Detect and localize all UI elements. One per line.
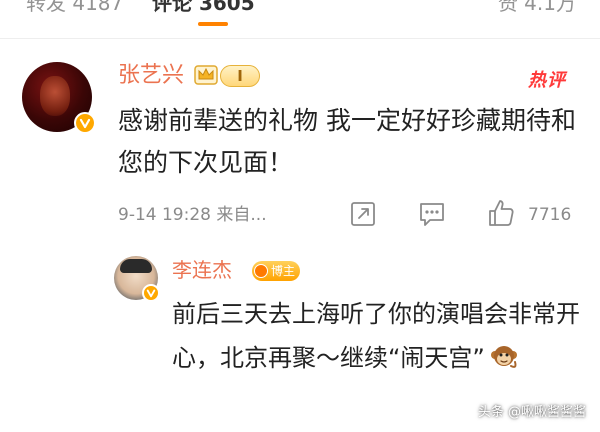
avatar[interactable] bbox=[22, 62, 96, 134]
blogger-badge-icon bbox=[254, 264, 268, 278]
comment-icon[interactable] bbox=[418, 201, 446, 227]
thumbs-up-icon[interactable] bbox=[486, 198, 516, 228]
watermark: 头条 @啾啾酱酱酱 bbox=[477, 405, 586, 420]
comment-text: 感谢前辈送的礼物 我一定好好珍藏期待和您的下次见面！ bbox=[118, 106, 576, 177]
blogger-badge-label: 博主 bbox=[271, 264, 296, 278]
blogger-badge: 博主 bbox=[252, 261, 301, 281]
hot-comment-tag: 热评 bbox=[528, 70, 566, 91]
tab-likes[interactable]: 赞 4.1万 bbox=[498, 0, 576, 18]
reply-text: 前后三天去上海听了你的演唱会非常开心，北京再聚～继续“闹天宫” bbox=[172, 292, 582, 380]
crown-icon bbox=[194, 65, 218, 85]
monkey-icon bbox=[490, 346, 517, 368]
comment-meta: 9-14 19:28 来自... bbox=[118, 205, 267, 225]
comment-tab-bar: 转发 4187 评论 3605 赞 4.1万 bbox=[0, 0, 600, 32]
member-level-badge: I bbox=[220, 65, 260, 87]
verified-badge-icon bbox=[142, 284, 160, 302]
tab-divider bbox=[0, 38, 600, 39]
tab-comments[interactable]: 评论 3605 bbox=[152, 0, 255, 18]
like-count: 7716 bbox=[528, 205, 572, 225]
share-icon[interactable] bbox=[350, 201, 376, 227]
reply-avatar[interactable] bbox=[114, 256, 160, 302]
active-tab-indicator bbox=[198, 22, 228, 26]
verified-badge-icon bbox=[74, 112, 96, 134]
comment-author-name[interactable]: 张艺兴 bbox=[118, 62, 184, 90]
reply-author-name[interactable]: 李连杰 bbox=[172, 257, 232, 283]
tab-repost[interactable]: 转发 4187 bbox=[26, 0, 123, 18]
